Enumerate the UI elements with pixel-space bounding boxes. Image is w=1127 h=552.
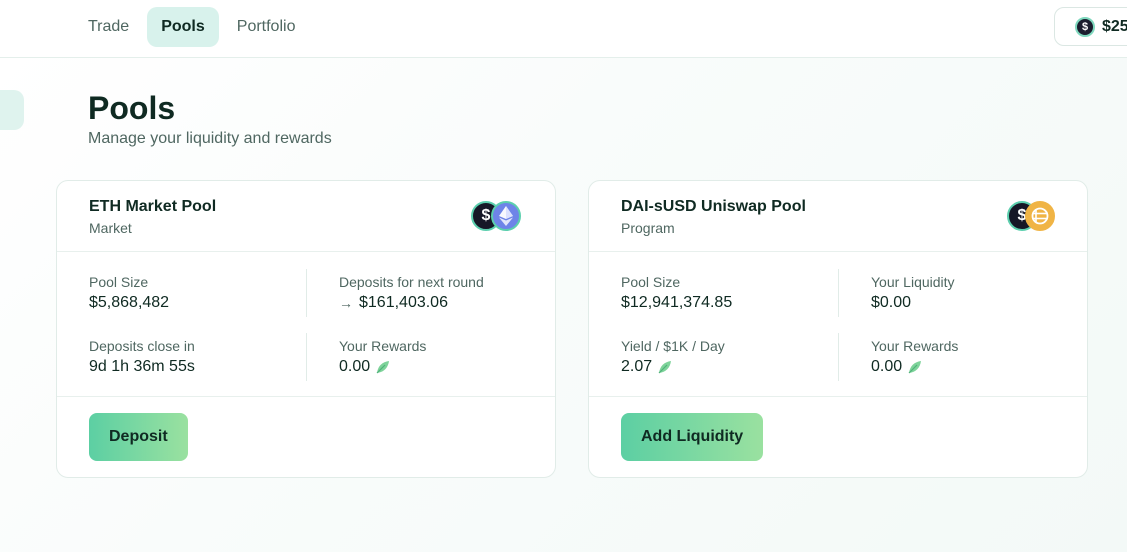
main-nav: Trade Pools Portfolio [74, 7, 309, 47]
stat-deposits-next-round: Deposits for next round → $161,403.06 [339, 273, 484, 314]
stat-label: Yield / $1K / Day [621, 338, 725, 354]
stat-pool-size: Pool Size $12,941,374.85 [621, 273, 732, 314]
divider [306, 333, 307, 381]
tab-trade[interactable]: Trade [74, 7, 143, 47]
stat-value: $12,941,374.85 [621, 294, 733, 311]
pool-card-header: ETH Market Pool Market $ [57, 181, 555, 252]
tab-portfolio[interactable]: Portfolio [223, 7, 310, 47]
tab-pools[interactable]: Pools [147, 7, 219, 47]
stat-label: Deposits for next round [339, 274, 484, 290]
stat-value: $5,868,482 [89, 294, 170, 311]
stat-value: $0.00 [871, 294, 912, 311]
pool-token-icons: $ [471, 201, 525, 233]
balance-button[interactable]: $ $25 [1054, 7, 1127, 46]
pool-card-header: DAI-sUSD Uniswap Pool Program $ [589, 181, 1087, 252]
pool-type: Program [621, 220, 675, 236]
balance-value: $25 [1102, 17, 1127, 35]
stat-your-rewards: Your Rewards 0.00 [871, 337, 958, 378]
stat-value: → $161,403.06 [339, 292, 484, 314]
stat-yield: Yield / $1K / Day 2.07 [621, 337, 725, 378]
stat-value: 0.00 [871, 356, 958, 378]
pool-card-dai-susd: DAI-sUSD Uniswap Pool Program $ Pool Siz… [588, 180, 1088, 478]
add-liquidity-button[interactable]: Add Liquidity [621, 413, 764, 461]
pool-stats: Pool Size $5,868,482 Deposits for next r… [57, 253, 555, 397]
divider [306, 269, 307, 317]
divider [838, 269, 839, 317]
stat-value: 2.07 [621, 356, 725, 378]
pool-stats: Pool Size $12,941,374.85 Your Liquidity … [589, 253, 1087, 397]
stat-deposits-close-in: Deposits close in 9d 1h 36m 55s [89, 337, 195, 378]
top-navbar: Trade Pools Portfolio $ $25 [0, 0, 1127, 58]
stat-label: Your Rewards [339, 338, 427, 354]
arrow-right-icon: → [339, 295, 353, 311]
page-title: Pools [88, 90, 176, 126]
sidebar-active-item[interactable] [0, 90, 24, 130]
stat-label: Pool Size [621, 274, 681, 290]
eth-icon [491, 201, 521, 231]
leaf-icon [908, 361, 922, 374]
stat-your-liquidity: Your Liquidity $0.00 [871, 273, 955, 314]
dai-icon [1025, 201, 1055, 231]
stat-value: 9d 1h 36m 55s [89, 358, 195, 375]
stat-label: Deposits close in [89, 338, 195, 354]
leaf-icon [376, 361, 390, 374]
divider [838, 333, 839, 381]
stat-label: Pool Size [89, 274, 149, 290]
pool-name: ETH Market Pool [89, 198, 217, 215]
pool-name: DAI-sUSD Uniswap Pool [621, 198, 806, 215]
stat-your-rewards: Your Rewards 0.00 [339, 337, 426, 378]
stat-label: Your Liquidity [871, 274, 955, 290]
stat-value: 0.00 [339, 356, 426, 378]
page-subtitle: Manage your liquidity and rewards [88, 130, 332, 147]
pool-card-eth-market: ETH Market Pool Market $ Pool Size $5,86… [56, 180, 556, 478]
pool-type: Market [89, 220, 132, 236]
stat-label: Your Rewards [871, 338, 959, 354]
usd-coin-icon: $ [1075, 16, 1095, 37]
deposit-button[interactable]: Deposit [89, 413, 188, 461]
leaf-icon [658, 361, 672, 374]
pool-token-icons: $ [1007, 201, 1061, 233]
stat-pool-size: Pool Size $5,868,482 [89, 273, 169, 314]
